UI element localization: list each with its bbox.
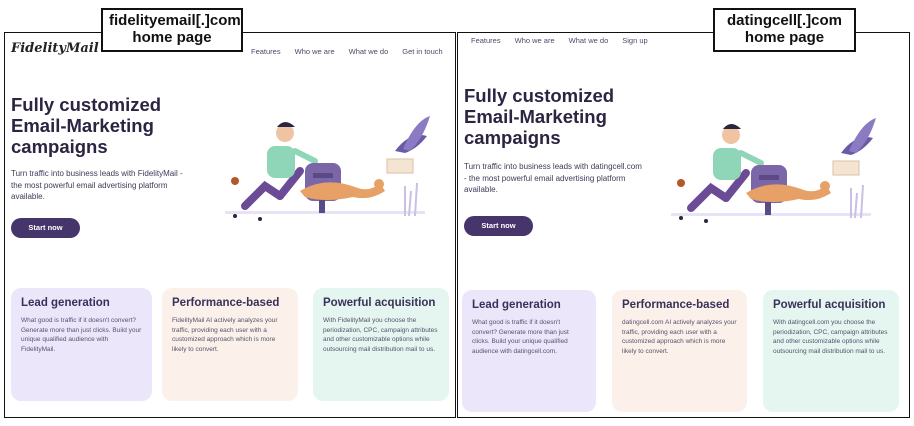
hero-title-line: campaigns [464,127,561,148]
card-body: With FidelityMail you choose the periodi… [323,317,438,353]
hero-title-line: Fully customized [11,94,162,115]
card-body: FidelityMail AI actively analyzes your t… [172,317,278,353]
card-body: What good is traffic if it doesn't conve… [21,317,142,353]
site-logo[interactable]: FidelityMail [11,41,99,56]
caption-line: home page [744,29,825,46]
hero-title-line: Fully customized [464,85,615,106]
card-title: Lead generation [472,299,561,311]
nav-sign-up[interactable]: Sign up [622,36,647,45]
nav-what-we-do[interactable]: What we do [569,36,609,45]
caption-line: home page [132,29,212,46]
hero-title-line: campaigns [11,136,108,157]
card-title: Performance-based [622,299,730,311]
running-man-mailbox-illustration-icon [225,116,430,221]
nav-what-we-do[interactable]: What we do [349,47,389,56]
hero-title: Fully customized Email-Marketing campaig… [464,85,614,148]
card-title: Powerful acquisition [323,297,436,309]
card-powerful-acquisition: Powerful acquisition With FidelityMail y… [313,288,449,401]
card-lead-generation: Lead generation What good is traffic if … [462,290,596,412]
hero-title-line: Email-Marketing [11,115,154,136]
card-performance-based: Performance-based datingcell.com AI acti… [612,290,747,412]
start-now-button[interactable]: Start now [464,216,533,236]
caption-fidelityemail: fidelityemail[.]com home page [101,8,243,52]
nav-who-we-are[interactable]: Who we are [515,36,555,45]
caption-line: fidelityemail[.]com [109,12,241,29]
top-nav: Features Who we are What we do Get in to… [251,47,443,56]
top-nav: Features Who we are What we do Sign up [471,36,648,45]
card-performance-based: Performance-based FidelityMail AI active… [162,288,298,401]
hero-title: Fully customized Email-Marketing campaig… [11,94,161,157]
card-body: What good is traffic if it doesn't conve… [472,319,569,355]
card-body: datingcell.com AI actively analyzes your… [622,319,737,355]
caption-datingcell: datingcell[.]com home page [713,8,856,52]
nav-who-we-are[interactable]: Who we are [295,47,335,56]
card-lead-generation: Lead generation What good is traffic if … [11,288,152,401]
hero-subtitle: Turn traffic into business leads with da… [464,162,642,194]
card-title: Lead generation [21,297,110,309]
caption-line: datingcell[.]com [726,12,842,29]
card-body: With datingcell.com you choose the perio… [773,319,888,355]
running-man-mailbox-illustration-icon [671,118,876,223]
nav-get-in-touch[interactable]: Get in touch [402,47,442,56]
hero-title-line: Email-Marketing [464,106,607,127]
card-title: Performance-based [172,297,280,309]
start-now-button[interactable]: Start now [11,218,80,238]
datingcell-home-page: Features Who we are What we do Sign up F… [457,32,910,418]
card-title: Powerful acquisition [773,299,886,311]
fidelitymail-home-page: FidelityMail Features Who we are What we… [4,32,456,418]
hero-subtitle: Turn traffic into business leads with Fi… [11,169,183,201]
card-powerful-acquisition: Powerful acquisition With datingcell.com… [763,290,899,412]
nav-features[interactable]: Features [251,47,281,56]
nav-features[interactable]: Features [471,36,501,45]
